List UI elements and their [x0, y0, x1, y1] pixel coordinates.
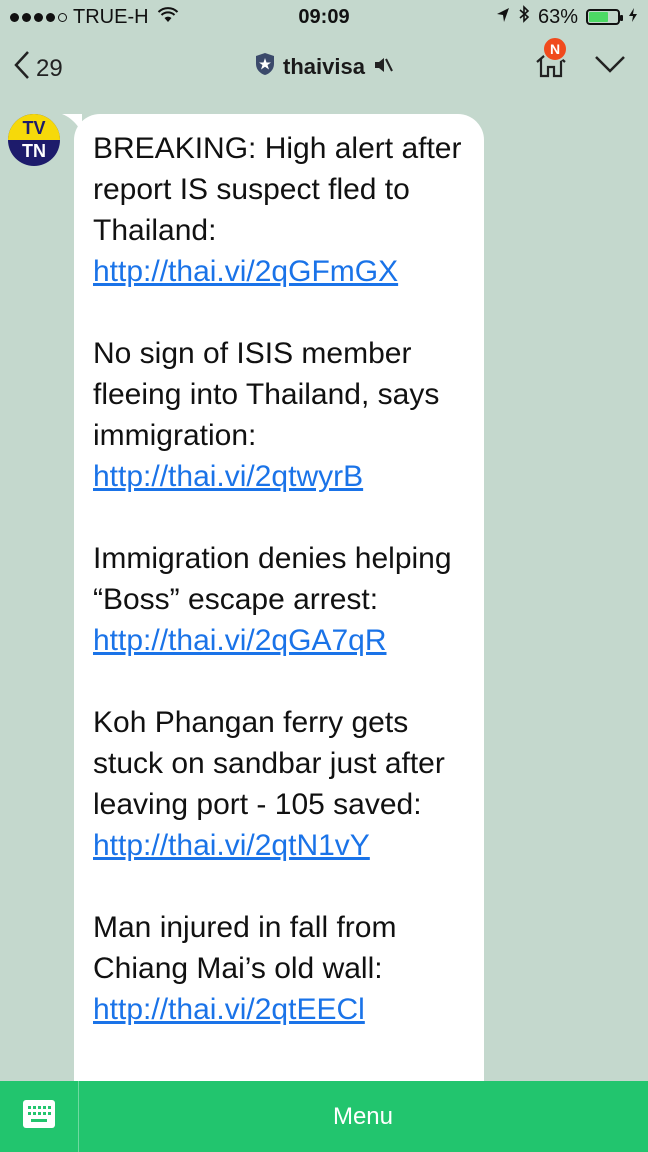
keyboard-toggle-button[interactable]: [0, 1081, 79, 1152]
home-icon: [534, 48, 568, 84]
message-text: BREAKING: High alert after report IS sus…: [93, 132, 462, 247]
avatar-line2: TN: [22, 141, 46, 161]
message-paragraph: Immigration denies helping “Boss” escape…: [93, 538, 466, 661]
sender-avatar[interactable]: TV TN: [8, 114, 60, 166]
muted-icon: [373, 54, 393, 80]
avatar-line1: TV: [8, 114, 60, 140]
message-text: Koh Phangan ferry gets stuck on sandbar …: [93, 706, 445, 821]
menu-button[interactable]: Menu: [78, 1081, 648, 1152]
message-paragraph: Man injured in fall from Chiang Mai’s ol…: [93, 907, 466, 1030]
charging-icon: [628, 6, 638, 29]
message-paragraph: No sign of ISIS member fleeing into Thai…: [93, 333, 466, 497]
chat-header: 29 thaivisa N: [0, 36, 648, 100]
message-text: No sign of ISIS member fleeing into Thai…: [93, 337, 440, 452]
chevron-down-icon: [594, 56, 626, 78]
message-link[interactable]: http://thai.vi/2qtN1vY: [93, 829, 370, 862]
notification-badge: N: [542, 36, 568, 62]
message-bubble[interactable]: BREAKING: High alert after report IS sus…: [74, 114, 484, 1124]
message-text: Immigration denies helping “Boss” escape…: [93, 542, 452, 616]
battery-icon: [586, 9, 623, 25]
battery-percent: 63%: [537, 5, 578, 28]
message-link[interactable]: http://thai.vi/2qGA7qR: [93, 624, 387, 657]
message-text: Man injured in fall from Chiang Mai’s ol…: [93, 911, 397, 985]
keyboard-icon: [22, 1099, 56, 1134]
message-paragraph: Koh Phangan ferry gets stuck on sandbar …: [93, 702, 466, 866]
message-link[interactable]: http://thai.vi/2qtwyrB: [93, 460, 363, 493]
message-link[interactable]: http://thai.vi/2qtEECl: [93, 993, 365, 1026]
bottom-bar: Menu: [0, 1081, 648, 1152]
official-shield-icon: [255, 52, 275, 82]
location-arrow-icon: [496, 6, 510, 29]
message-paragraph: BREAKING: High alert after report IS sus…: [93, 128, 466, 292]
dropdown-button[interactable]: [594, 54, 626, 79]
chat-name: thaivisa: [283, 54, 365, 79]
status-right: 63%: [496, 5, 638, 29]
bluetooth-icon: [518, 5, 530, 29]
status-bar: TRUE-H 09:09 63%: [0, 0, 648, 36]
message-link[interactable]: http://thai.vi/2qGFmGX: [93, 255, 398, 288]
